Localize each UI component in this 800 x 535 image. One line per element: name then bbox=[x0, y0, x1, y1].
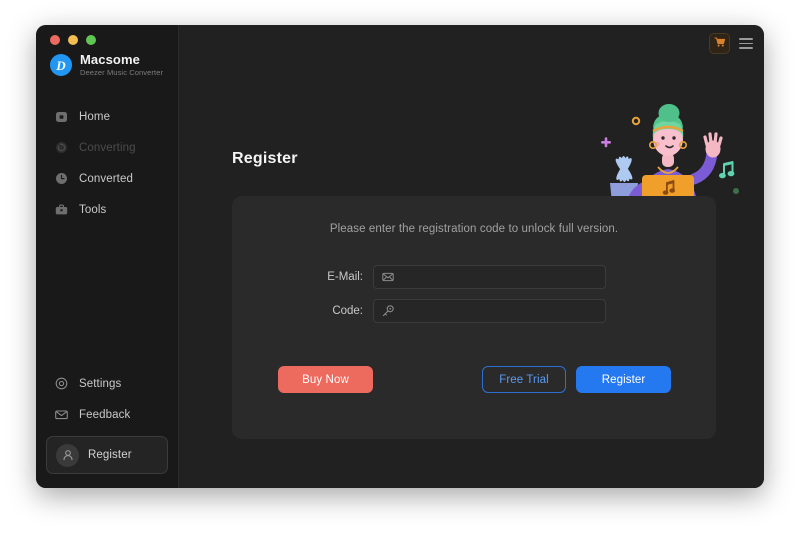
code-field-row: Code: bbox=[232, 299, 716, 323]
email-input[interactable] bbox=[400, 271, 605, 283]
sidebar-item-label: Converting bbox=[79, 141, 136, 154]
sidebar-item-home[interactable]: Home bbox=[36, 101, 178, 132]
email-field-row: E-Mail: bbox=[232, 265, 716, 289]
topbar bbox=[709, 33, 754, 54]
buy-now-button[interactable]: Buy Now bbox=[278, 366, 373, 393]
sidebar-item-converting[interactable]: Converting bbox=[36, 132, 178, 163]
sidebar-item-feedback[interactable]: Feedback bbox=[36, 399, 178, 430]
hamburger-line bbox=[739, 47, 753, 49]
home-icon bbox=[54, 109, 69, 124]
macsome-logo-icon: D bbox=[50, 54, 72, 77]
sidebar-nav-top: Home Converting Converted Tools bbox=[36, 101, 178, 225]
shopping-cart-icon bbox=[713, 35, 726, 53]
key-icon bbox=[382, 305, 394, 317]
user-avatar-icon bbox=[56, 443, 79, 467]
tools-icon bbox=[54, 202, 69, 217]
sidebar-item-label: Feedback bbox=[79, 408, 131, 421]
email-input-wrapper[interactable] bbox=[373, 265, 606, 289]
converting-icon bbox=[54, 140, 69, 155]
shopping-cart-button[interactable] bbox=[709, 33, 730, 54]
app-window: D Macsome Deezer Music Converter Home Co… bbox=[36, 25, 764, 488]
sidebar-nav-bottom: Settings Feedback Register bbox=[36, 368, 178, 474]
converted-icon bbox=[54, 171, 69, 186]
brand-subtitle: Deezer Music Converter bbox=[80, 67, 164, 77]
sidebar-item-label: Register bbox=[88, 449, 132, 461]
sidebar-item-label: Settings bbox=[79, 377, 122, 390]
registration-hint-text: Please enter the registration code to un… bbox=[329, 223, 619, 235]
brand: D Macsome Deezer Music Converter bbox=[50, 52, 164, 78]
code-field-label: Code: bbox=[332, 305, 363, 317]
email-field-label: E-Mail: bbox=[327, 271, 363, 283]
sidebar-item-label: Converted bbox=[79, 172, 133, 185]
person-waving-with-laptop-illustration bbox=[594, 103, 744, 209]
window-maximize-button[interactable] bbox=[86, 35, 96, 45]
code-input-wrapper[interactable] bbox=[373, 299, 606, 323]
hamburger-menu-button[interactable] bbox=[738, 36, 754, 52]
sidebar: D Macsome Deezer Music Converter Home Co… bbox=[36, 25, 179, 488]
brand-name: Macsome bbox=[80, 52, 140, 67]
window-traffic-lights bbox=[50, 35, 96, 45]
settings-icon bbox=[54, 376, 69, 391]
sidebar-item-label: Tools bbox=[79, 203, 107, 216]
sidebar-item-label: Home bbox=[79, 110, 111, 123]
code-input[interactable] bbox=[400, 305, 605, 317]
hamburger-line bbox=[739, 38, 753, 40]
feedback-icon bbox=[54, 407, 69, 422]
free-trial-button[interactable]: Free Trial bbox=[482, 366, 566, 393]
envelope-icon bbox=[382, 271, 394, 283]
hamburger-line bbox=[739, 42, 753, 45]
register-button[interactable]: Register bbox=[576, 366, 671, 393]
window-close-button[interactable] bbox=[50, 35, 60, 45]
brand-logo-letter: D bbox=[56, 57, 66, 73]
sidebar-item-settings[interactable]: Settings bbox=[36, 368, 178, 399]
main-content: Register Please enter the registration c… bbox=[179, 25, 764, 488]
sidebar-item-converted[interactable]: Converted bbox=[36, 163, 178, 194]
window-minimize-button[interactable] bbox=[68, 35, 78, 45]
sidebar-item-register[interactable]: Register bbox=[46, 436, 168, 474]
sidebar-item-tools[interactable]: Tools bbox=[36, 194, 178, 225]
page-title: Register bbox=[232, 150, 298, 167]
register-card: Please enter the registration code to un… bbox=[232, 196, 716, 439]
